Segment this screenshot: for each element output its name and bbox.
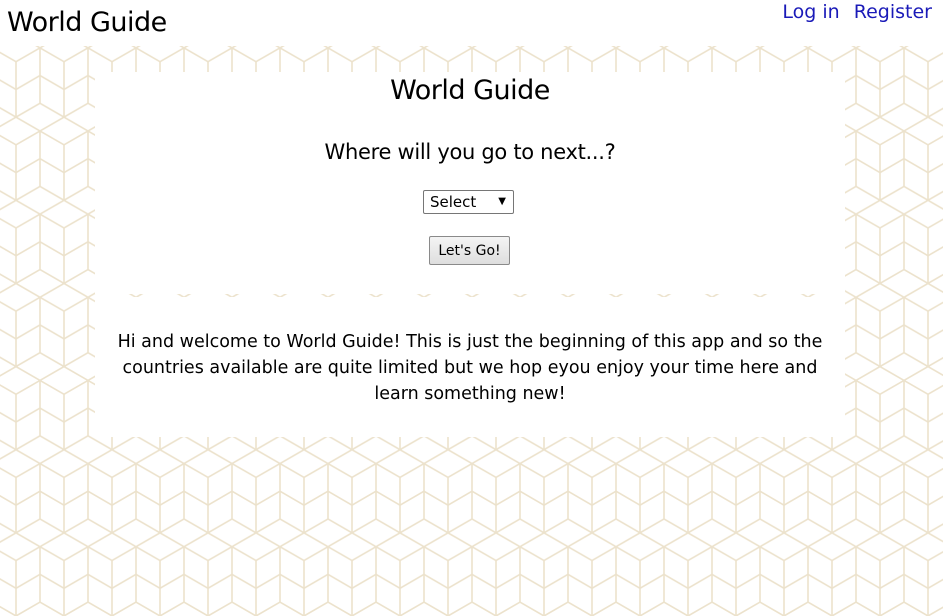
chevron-down-icon: ▼	[498, 196, 506, 207]
login-link[interactable]: Log in	[782, 1, 839, 23]
auth-nav: Log in Register	[774, 0, 932, 24]
welcome-section: Hi and welcome to World Guide! This is j…	[95, 297, 845, 437]
site-title: World Guide	[7, 7, 167, 38]
destination-select-value: Select	[430, 193, 477, 211]
destination-select[interactable]: Select ▼	[423, 190, 514, 214]
welcome-text: Hi and welcome to World Guide! This is j…	[117, 332, 823, 404]
page-subtitle: Where will you go to next...?	[324, 140, 616, 164]
destination-panel: World Guide Where will you go to next...…	[95, 72, 845, 294]
lets-go-button[interactable]: Let's Go!	[429, 236, 510, 265]
page-title: World Guide	[390, 75, 550, 106]
register-link[interactable]: Register	[854, 1, 932, 23]
